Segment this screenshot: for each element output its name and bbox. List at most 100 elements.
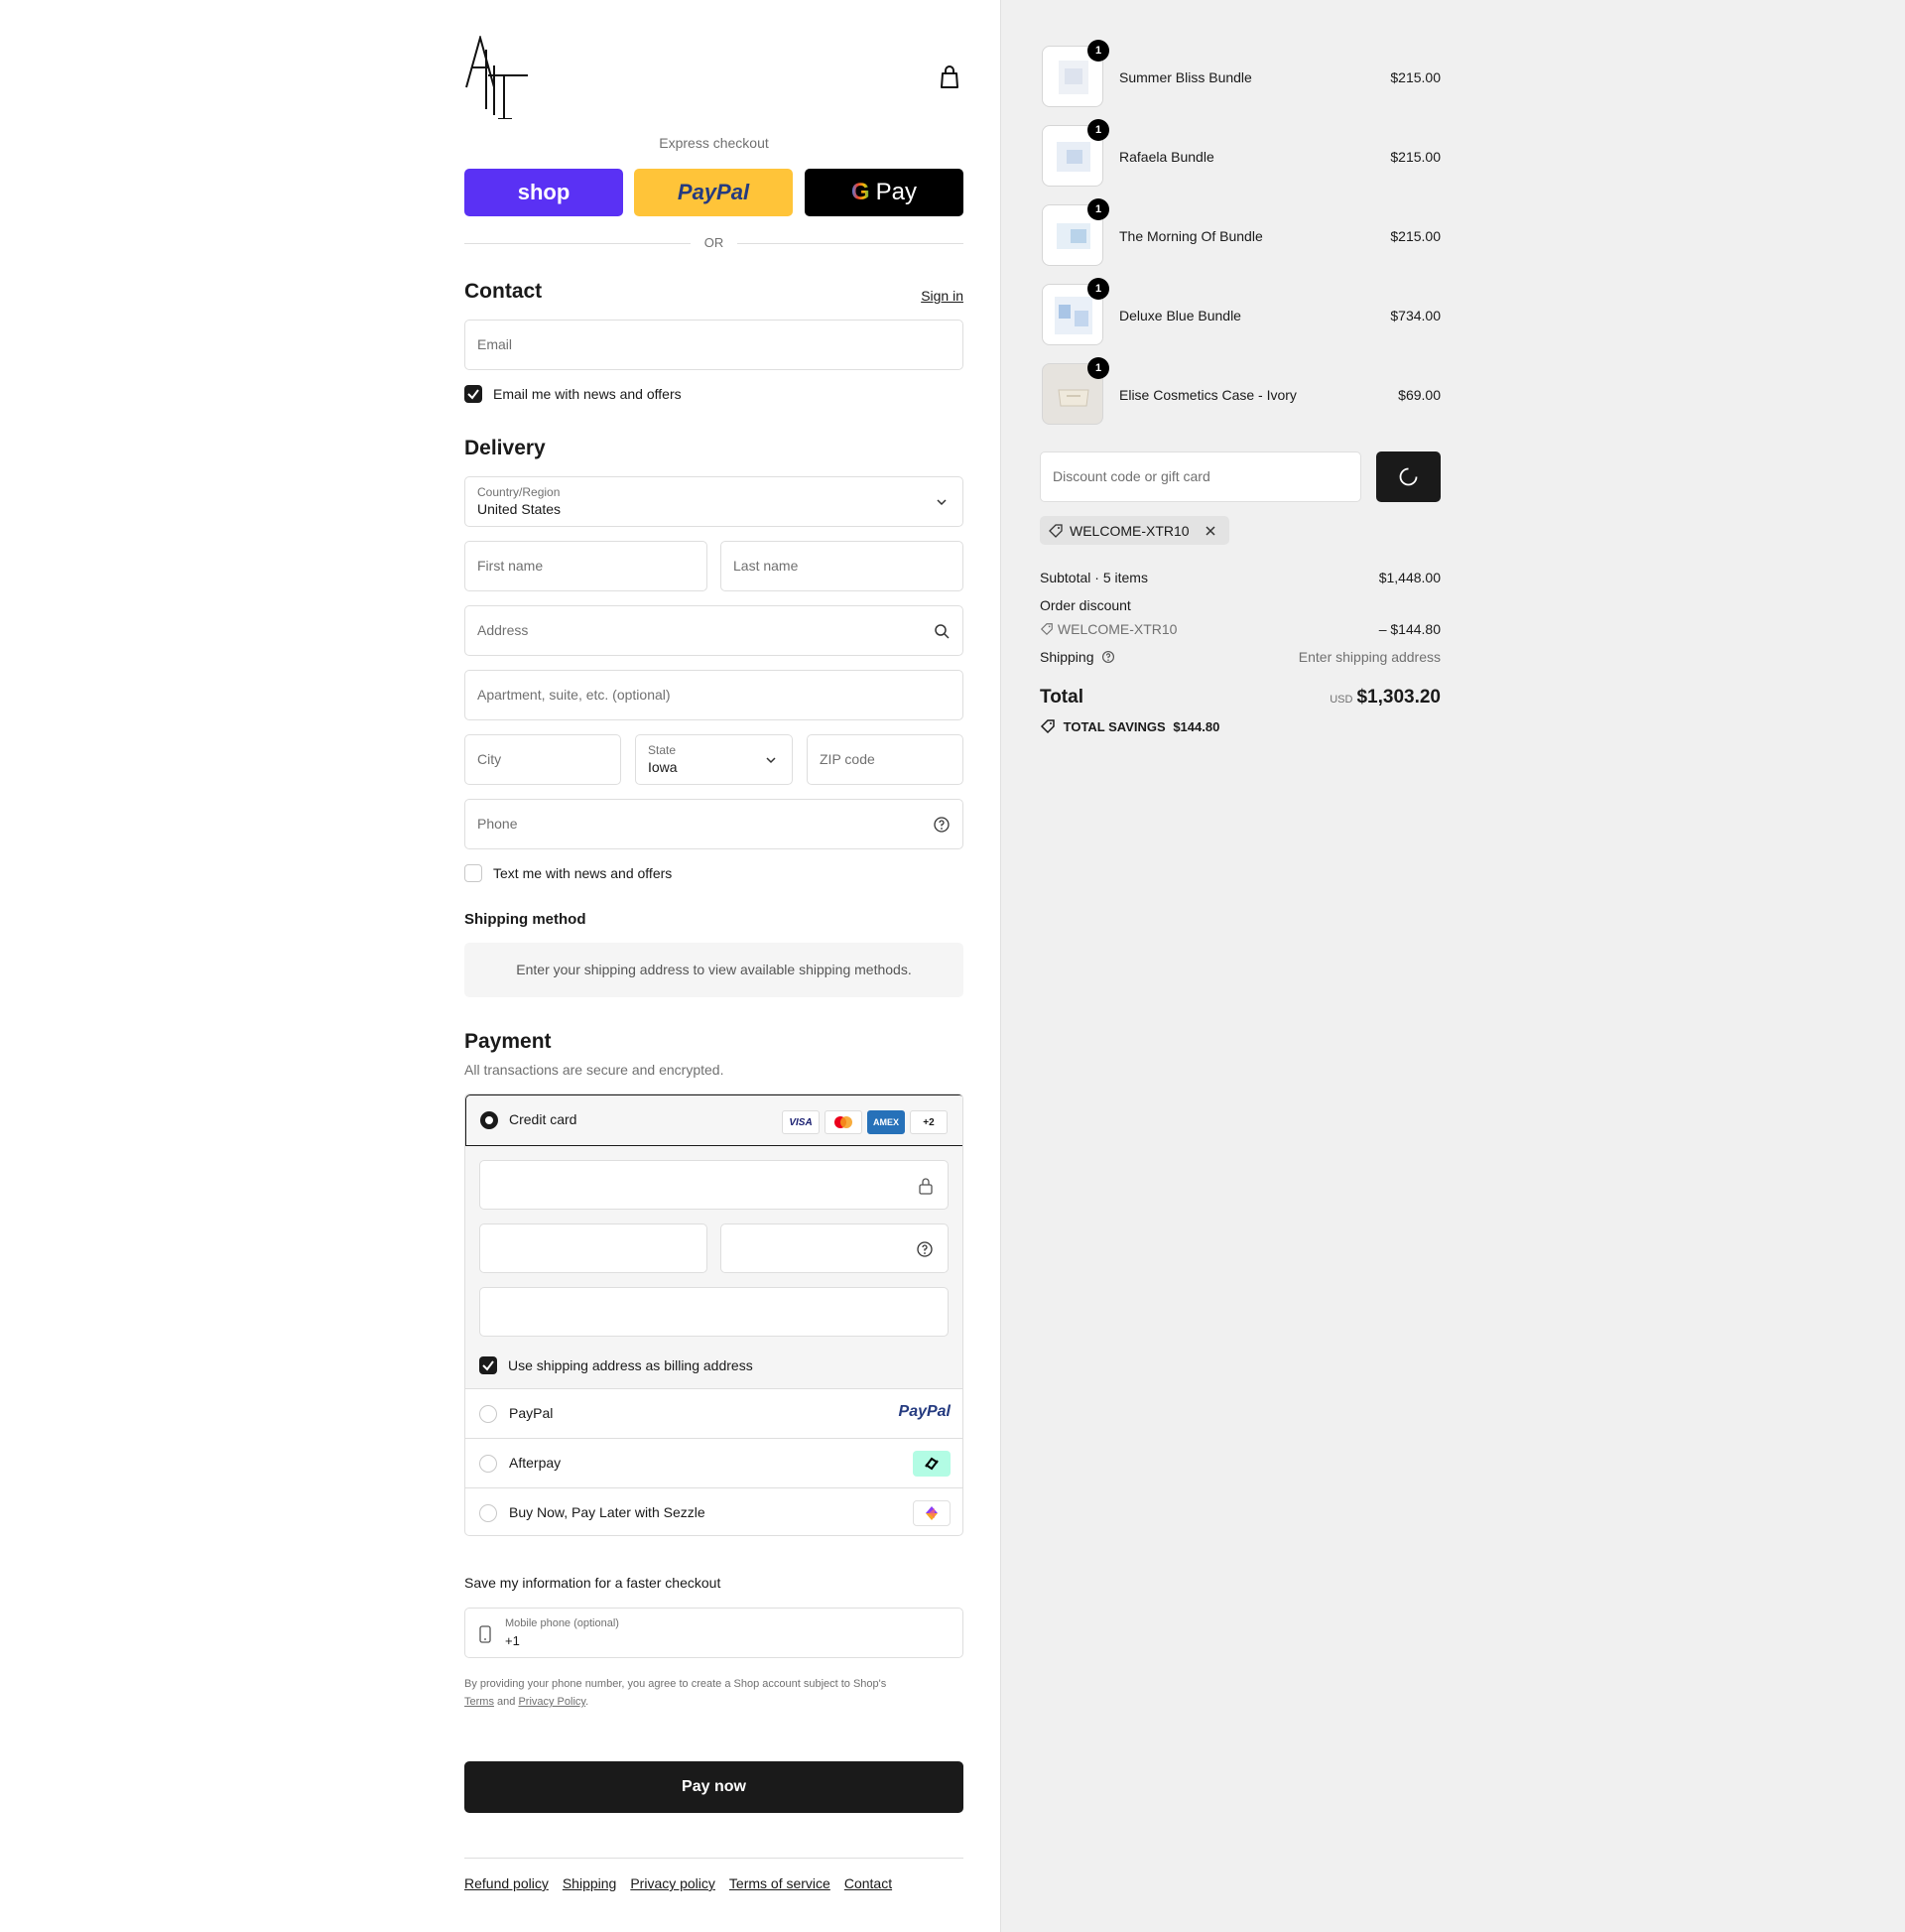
zip-field[interactable]: ZIP code (807, 734, 963, 785)
item-name: Deluxe Blue Bundle (1119, 308, 1241, 323)
name-on-card-field[interactable] (479, 1287, 949, 1337)
paypal-logo: PayPal (677, 180, 750, 204)
shipping-method-message: Enter your shipping address to view avai… (464, 943, 963, 997)
shipping-policy-link[interactable]: Shipping (563, 1875, 617, 1891)
total-savings-value: $144.80 (1173, 719, 1220, 734)
subtotal-value: $1,448.00 (1378, 570, 1441, 585)
sign-in-link[interactable]: Sign in (921, 288, 963, 304)
city-field[interactable]: City (464, 734, 621, 785)
payment-subtitle: All transactions are secure and encrypte… (464, 1062, 724, 1078)
phone-field[interactable]: Phone (464, 799, 963, 849)
amex-icon: AMEX (867, 1110, 905, 1134)
city-placeholder: City (477, 751, 502, 767)
discount-code-placeholder: Discount code or gift card (1053, 468, 1210, 484)
payment-heading: Payment (464, 1030, 552, 1053)
applied-code: WELCOME-XTR10 (1070, 522, 1190, 539)
first-name-field[interactable]: First name (464, 541, 707, 591)
credit-card-radio[interactable] (480, 1111, 498, 1129)
help-circle-icon[interactable] (933, 816, 951, 834)
afterpay-radio[interactable] (479, 1455, 497, 1473)
mobile-phone-field[interactable]: Mobile phone (optional) +1 (464, 1608, 963, 1658)
privacy-policy-footer-link[interactable]: Privacy policy (630, 1875, 715, 1891)
pay-now-button[interactable]: Pay now (464, 1761, 963, 1813)
save-info-heading: Save my information for a faster checkou… (464, 1575, 721, 1591)
security-code-field[interactable] (720, 1224, 949, 1273)
help-circle-icon[interactable] (1101, 650, 1115, 664)
shop-pay-label: shop (517, 180, 571, 204)
privacy-policy-link[interactable]: Privacy Policy (518, 1696, 585, 1708)
shipping-row: Shipping Enter shipping address (1040, 649, 1441, 665)
footer-divider (464, 1858, 963, 1859)
applied-discount-tag: WELCOME-XTR10 (1040, 516, 1229, 545)
chevron-down-icon (766, 757, 776, 764)
apartment-field[interactable]: Apartment, suite, etc. (optional) (464, 670, 963, 720)
item-price: $734.00 (1390, 308, 1441, 323)
text-news-checkbox[interactable] (464, 864, 482, 882)
phone-disclaimer: By providing your phone number, you agre… (464, 1675, 963, 1711)
last-name-field[interactable]: Last name (720, 541, 963, 591)
apply-discount-button[interactable] (1376, 451, 1441, 502)
paypal-option[interactable]: PayPal PayPal (465, 1388, 962, 1438)
terms-link[interactable]: Terms (464, 1696, 494, 1708)
contact-heading: Contact (464, 280, 543, 303)
email-news-checkbox[interactable] (464, 385, 482, 403)
country-select[interactable]: Country/Region United States (464, 476, 963, 527)
loading-spinner-icon (1399, 467, 1418, 486)
email-field[interactable]: Email (464, 320, 963, 370)
sezzle-radio[interactable] (479, 1504, 497, 1522)
cart-bag-icon[interactable] (939, 65, 960, 89)
terms-of-service-link[interactable]: Terms of service (729, 1875, 830, 1891)
discount-code-field[interactable]: Discount code or gift card (1040, 451, 1361, 502)
shipping-label: Shipping (1040, 649, 1094, 665)
afterpay-option[interactable]: Afterpay (465, 1438, 962, 1487)
state-select[interactable]: State Iowa (635, 734, 793, 785)
sezzle-icon (913, 1500, 951, 1526)
sezzle-option[interactable]: Buy Now, Pay Later with Sezzle (465, 1487, 962, 1535)
email-placeholder: Email (477, 336, 513, 352)
afterpay-icon (913, 1451, 951, 1477)
delivery-heading: Delivery (464, 437, 546, 459)
credit-card-option[interactable]: Credit card VISA AMEX +2 (465, 1095, 962, 1146)
order-discount-label: Order discount (1040, 597, 1131, 613)
state-label: State (648, 743, 677, 757)
order-discount-row: WELCOME-XTR10 – $144.80 (1040, 621, 1441, 637)
mobile-phone-label: Mobile phone (optional) (505, 1617, 619, 1629)
sezzle-option-label: Buy Now, Pay Later with Sezzle (509, 1504, 705, 1520)
remove-discount-icon[interactable] (1204, 524, 1217, 538)
text-news-label: Text me with news and offers (493, 865, 673, 881)
address-field[interactable]: Address (464, 605, 963, 656)
total-row: Total USD $1,303.20 (1040, 687, 1441, 712)
checkmark-icon (467, 389, 479, 400)
paypal-radio[interactable] (479, 1405, 497, 1423)
paypal-express-button[interactable]: PayPal (634, 169, 793, 216)
shipping-method-heading: Shipping method (464, 911, 586, 928)
disclaimer-text: By providing your phone number, you agre… (464, 1678, 887, 1690)
cart-item: 1 Summer Bliss Bundle $215.00 (1040, 40, 1441, 109)
quantity-badge: 1 (1087, 278, 1109, 300)
country-label: Country/Region (477, 485, 561, 499)
chevron-down-icon (937, 499, 947, 506)
mastercard-icon (825, 1110, 862, 1134)
afterpay-option-label: Afterpay (509, 1455, 562, 1471)
checkmark-icon (482, 1360, 494, 1371)
google-pay-button[interactable]: G Pay (805, 169, 963, 216)
help-circle-icon[interactable] (916, 1240, 934, 1258)
quantity-badge: 1 (1087, 357, 1109, 379)
shop-pay-button[interactable]: shop (464, 169, 623, 216)
card-number-field[interactable] (479, 1160, 949, 1210)
cart-item: 1 Deluxe Blue Bundle $734.00 (1040, 278, 1441, 347)
email-news-label: Email me with news and offers (493, 386, 682, 402)
billing-address-checkbox[interactable] (479, 1356, 497, 1374)
first-name-placeholder: First name (477, 558, 544, 574)
brand-logo[interactable] (464, 36, 528, 119)
item-price: $215.00 (1390, 69, 1441, 85)
tag-icon (1049, 523, 1063, 538)
disclaimer-period: . (585, 1696, 589, 1708)
refund-policy-link[interactable]: Refund policy (464, 1875, 549, 1891)
contact-link[interactable]: Contact (844, 1875, 892, 1891)
paypal-option-label: PayPal (509, 1405, 554, 1421)
credit-card-label: Credit card (509, 1111, 577, 1127)
expiry-field[interactable] (479, 1224, 707, 1273)
tag-icon (1040, 719, 1055, 734)
subtotal-label: Subtotal · 5 items (1040, 570, 1148, 585)
